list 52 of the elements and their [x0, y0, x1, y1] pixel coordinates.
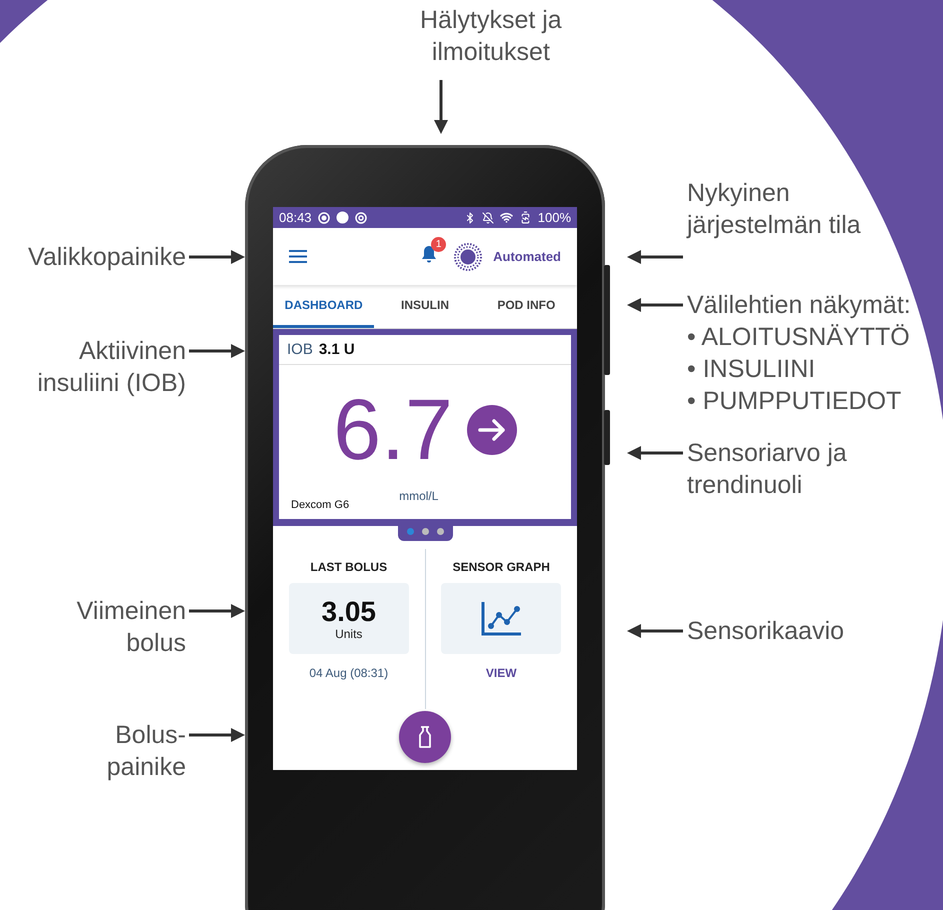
sensor-graph-title: SENSOR GRAPH [452, 560, 550, 574]
arrow [434, 80, 448, 134]
battery-icon [518, 211, 532, 224]
callout-label: Välilehtien näkymät: • ALOITUSNÄYTTÖ • INSULIINI • PUMPPUTIEDOT [687, 290, 911, 417]
sensor-graph-tile[interactable] [441, 583, 562, 654]
arrow [627, 446, 683, 460]
arrow [189, 728, 245, 742]
line-chart-icon [481, 602, 522, 636]
page-dot[interactable] [422, 528, 428, 535]
glucose-unit: mmol/L [399, 489, 438, 503]
notification-badge: 1 [431, 237, 446, 252]
arrow [627, 250, 683, 264]
bolus-value: 3.05 [322, 596, 376, 626]
bolus-unit: Units [335, 626, 362, 640]
arrow [627, 624, 683, 638]
glucose-value: 6.7 [333, 387, 453, 473]
insulin-vial-icon [418, 726, 432, 748]
callout-label: Aktiivinen insuliini (IOB) [37, 336, 186, 399]
callout-label: Bolus- painike [106, 720, 186, 783]
tab[interactable]: POD INFO [476, 285, 577, 328]
last-bolus-title: LAST BOLUS [310, 560, 388, 574]
bell-icon[interactable] [421, 245, 438, 263]
callout-label: Nykyinen järjestelmän tila [687, 178, 861, 241]
view-link[interactable]: VIEW [486, 666, 517, 680]
callout-label: Sensoriarvo ja trendinuoli [687, 438, 847, 501]
menu-icon[interactable] [289, 250, 307, 263]
wifi-icon [500, 211, 513, 224]
bolus-time: 04 Aug (08:31) [309, 666, 388, 680]
arrow [189, 250, 245, 264]
pod-status-icon [453, 242, 484, 272]
iob-label: IOB [287, 341, 313, 358]
circle-icon [336, 211, 349, 224]
tab[interactable]: INSULIN [374, 285, 476, 328]
bell-off-icon [482, 212, 494, 224]
bolus-button[interactable] [399, 711, 451, 763]
page-dot[interactable] [436, 528, 444, 535]
callout-label: Viimeinen bolus [76, 596, 186, 659]
callout-label: Hälytykset ja ilmoitukset [420, 5, 562, 68]
arrow [627, 298, 683, 312]
battery-text: 100% [538, 210, 571, 225]
clock-text: 08:43 [279, 210, 312, 225]
arrow [189, 604, 245, 618]
iob-value: 3.1 U [318, 341, 355, 358]
sensor-name: Dexcom G6 [291, 499, 350, 511]
page-dot[interactable] [406, 528, 414, 535]
ring-icon [354, 212, 367, 224]
side-key [604, 410, 610, 465]
callout-label: Sensorikaavio [687, 616, 844, 647]
mode-status: Automated [493, 249, 561, 264]
arrow [189, 344, 245, 358]
callout-label: Valikkopainike [28, 242, 186, 273]
radio-dot-icon [318, 212, 330, 224]
